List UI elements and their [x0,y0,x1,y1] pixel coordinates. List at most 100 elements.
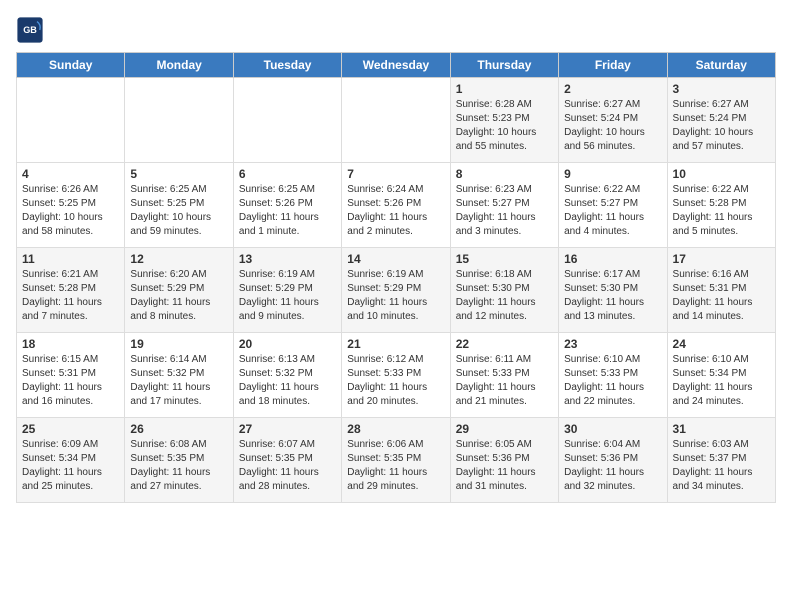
calendar-cell: 18 Sunrise: 6:15 AMSunset: 5:31 PMDayligh… [17,333,125,418]
day-info: Sunrise: 6:24 AMSunset: 5:26 PMDaylight:… [347,183,444,239]
day-info: Sunrise: 6:13 AMSunset: 5:32 PMDaylight:… [239,353,336,409]
calendar-cell: 10Sunrise: 6:22 AMSunset: 5:28 PMDayligh… [667,163,775,248]
calendar-cell: 11 Sunrise: 6:21 AMSunset: 5:28 PMDayligh… [17,248,125,333]
day-info: Sunrise: 6:05 AMSunset: 5:36 PMDaylight:… [456,438,553,494]
day-number: 19 [130,337,227,351]
calendar-cell [17,78,125,163]
day-number: 12 [130,252,227,266]
calendar-cell: 15 Sunrise: 6:18 AMSunset: 5:30 PMDayligh… [450,248,558,333]
calendar-cell: 13Sunrise: 6:19 AMSunset: 5:29 PMDayligh… [233,248,341,333]
day-number: 9 [564,167,661,181]
day-info: Sunrise: 6:07 AMSunset: 5:35 PMDaylight:… [239,438,336,494]
day-info: Sunrise: 6:17 AMSunset: 5:30 PMDaylight:… [564,268,661,324]
day-number: 25 [22,422,119,436]
calendar-cell: 1 Sunrise: 6:28 AMSunset: 5:23 PMDaylight… [450,78,558,163]
calendar-cell: 23 Sunrise: 6:10 AMSunset: 5:33 PMDayligh… [559,333,667,418]
calendar-cell: 31 Sunrise: 6:03 AMSunset: 5:37 PMDayligh… [667,418,775,503]
day-number: 15 [456,252,553,266]
calendar-cell: 8 Sunrise: 6:23 AMSunset: 5:27 PMDaylight… [450,163,558,248]
calendar-cell: 7 Sunrise: 6:24 AMSunset: 5:26 PMDaylight… [342,163,450,248]
calendar-cell: 12 Sunrise: 6:20 AMSunset: 5:29 PMDayligh… [125,248,233,333]
day-info: Sunrise: 6:20 AMSunset: 5:29 PMDaylight:… [130,268,227,324]
day-info: Sunrise: 6:21 AMSunset: 5:28 PMDaylight:… [22,268,119,324]
calendar-cell: 28Sunrise: 6:06 AMSunset: 5:35 PMDayligh… [342,418,450,503]
day-info: Sunrise: 6:12 AMSunset: 5:33 PMDaylight:… [347,353,444,409]
calendar-cell [125,78,233,163]
day-info: Sunrise: 6:25 AMSunset: 5:25 PMDaylight:… [130,183,227,239]
calendar-cell: 27Sunrise: 6:07 AMSunset: 5:35 PMDayligh… [233,418,341,503]
day-number: 2 [564,82,661,96]
day-info: Sunrise: 6:09 AMSunset: 5:34 PMDaylight:… [22,438,119,494]
day-header-monday: Monday [125,53,233,78]
calendar-cell: 22 Sunrise: 6:11 AMSunset: 5:33 PMDayligh… [450,333,558,418]
calendar-cell: 26 Sunrise: 6:08 AMSunset: 5:35 PMDayligh… [125,418,233,503]
calendar-cell: 14 Sunrise: 6:19 AMSunset: 5:29 PMDayligh… [342,248,450,333]
day-number: 21 [347,337,444,351]
day-number: 28 [347,422,444,436]
day-info: Sunrise: 6:18 AMSunset: 5:30 PMDaylight:… [456,268,553,324]
day-info: Sunrise: 6:04 AMSunset: 5:36 PMDaylight:… [564,438,661,494]
day-info: Sunrise: 6:22 AMSunset: 5:27 PMDaylight:… [564,183,661,239]
day-number: 24 [673,337,770,351]
day-number: 14 [347,252,444,266]
calendar-cell: 3 Sunrise: 6:27 AMSunset: 5:24 PMDaylight… [667,78,775,163]
day-info: Sunrise: 6:19 AMSunset: 5:29 PMDaylight:… [239,268,336,324]
calendar-cell: 20Sunrise: 6:13 AMSunset: 5:32 PMDayligh… [233,333,341,418]
day-info: Sunrise: 6:23 AMSunset: 5:27 PMDaylight:… [456,183,553,239]
day-number: 17 [673,252,770,266]
calendar-cell: 19 Sunrise: 6:14 AMSunset: 5:32 PMDayligh… [125,333,233,418]
logo-icon: GB [16,16,44,44]
calendar-cell: 2 Sunrise: 6:27 AMSunset: 5:24 PMDaylight… [559,78,667,163]
calendar-cell: 21 Sunrise: 6:12 AMSunset: 5:33 PMDayligh… [342,333,450,418]
day-number: 22 [456,337,553,351]
day-number: 7 [347,167,444,181]
calendar-cell [233,78,341,163]
day-header-thursday: Thursday [450,53,558,78]
day-number: 30 [564,422,661,436]
logo: GB [16,16,48,44]
day-number: 4 [22,167,119,181]
day-number: 6 [239,167,336,181]
day-number: 1 [456,82,553,96]
calendar-cell: 30 Sunrise: 6:04 AMSunset: 5:36 PMDayligh… [559,418,667,503]
day-info: Sunrise: 6:10 AMSunset: 5:33 PMDaylight:… [564,353,661,409]
day-number: 26 [130,422,227,436]
day-number: 8 [456,167,553,181]
day-info: Sunrise: 6:10 AMSunset: 5:34 PMDaylight:… [673,353,770,409]
day-number: 29 [456,422,553,436]
day-number: 31 [673,422,770,436]
day-number: 18 [22,337,119,351]
calendar-cell: 5 Sunrise: 6:25 AMSunset: 5:25 PMDaylight… [125,163,233,248]
day-info: Sunrise: 6:16 AMSunset: 5:31 PMDaylight:… [673,268,770,324]
day-number: 5 [130,167,227,181]
calendar-cell: 24 Sunrise: 6:10 AMSunset: 5:34 PMDayligh… [667,333,775,418]
day-number: 3 [673,82,770,96]
day-info: Sunrise: 6:19 AMSunset: 5:29 PMDaylight:… [347,268,444,324]
day-info: Sunrise: 6:27 AMSunset: 5:24 PMDaylight:… [673,98,770,154]
svg-text:GB: GB [23,25,37,35]
day-number: 16 [564,252,661,266]
day-info: Sunrise: 6:28 AMSunset: 5:23 PMDaylight:… [456,98,553,154]
calendar-table: SundayMondayTuesdayWednesdayThursdayFrid… [16,52,776,503]
day-info: Sunrise: 6:14 AMSunset: 5:32 PMDaylight:… [130,353,227,409]
day-info: Sunrise: 6:11 AMSunset: 5:33 PMDaylight:… [456,353,553,409]
calendar-cell: 17 Sunrise: 6:16 AMSunset: 5:31 PMDayligh… [667,248,775,333]
day-info: Sunrise: 6:08 AMSunset: 5:35 PMDaylight:… [130,438,227,494]
day-info: Sunrise: 6:27 AMSunset: 5:24 PMDaylight:… [564,98,661,154]
calendar-cell [342,78,450,163]
day-info: Sunrise: 6:15 AMSunset: 5:31 PMDaylight:… [22,353,119,409]
day-number: 23 [564,337,661,351]
day-info: Sunrise: 6:03 AMSunset: 5:37 PMDaylight:… [673,438,770,494]
day-info: Sunrise: 6:25 AMSunset: 5:26 PMDaylight:… [239,183,336,239]
day-header-friday: Friday [559,53,667,78]
day-number: 11 [22,252,119,266]
calendar-cell: 16 Sunrise: 6:17 AMSunset: 5:30 PMDayligh… [559,248,667,333]
day-info: Sunrise: 6:26 AMSunset: 5:25 PMDaylight:… [22,183,119,239]
calendar-cell: 4 Sunrise: 6:26 AMSunset: 5:25 PMDaylight… [17,163,125,248]
day-header-saturday: Saturday [667,53,775,78]
day-header-tuesday: Tuesday [233,53,341,78]
day-header-sunday: Sunday [17,53,125,78]
day-info: Sunrise: 6:22 AMSunset: 5:28 PMDaylight:… [673,183,770,239]
day-header-wednesday: Wednesday [342,53,450,78]
calendar-cell: 29 Sunrise: 6:05 AMSunset: 5:36 PMDayligh… [450,418,558,503]
